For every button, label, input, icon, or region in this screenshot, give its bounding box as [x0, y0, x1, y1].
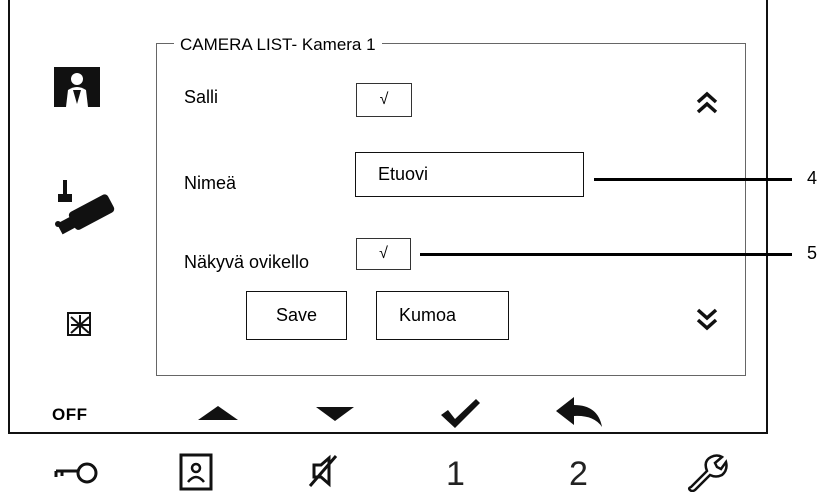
do-not-disturb-icon[interactable] [65, 309, 95, 339]
mute-icon[interactable] [306, 452, 340, 490]
visible-doorbell-label: Näkyvä ovikello [184, 252, 310, 272]
cancel-button[interactable]: Kumoa [376, 291, 509, 340]
allow-checkbox[interactable]: √ [356, 83, 412, 117]
triangle-down-icon[interactable] [314, 404, 356, 424]
back-arrow-icon[interactable] [554, 395, 606, 431]
callout-line-4 [594, 178, 792, 181]
callout-label-5: 5 [807, 243, 818, 263]
person-monitor-icon[interactable] [52, 64, 104, 110]
off-label[interactable]: OFF [52, 405, 88, 425]
save-button[interactable]: Save [246, 291, 347, 340]
button-2[interactable]: 2 [569, 455, 588, 494]
security-camera-icon[interactable] [50, 178, 122, 238]
name-field-value: Etuovi [378, 164, 429, 184]
checkmark-icon[interactable] [438, 397, 482, 431]
name-field[interactable]: Etuovi [355, 152, 584, 197]
key-icon[interactable] [54, 460, 100, 486]
wrench-icon[interactable] [686, 452, 728, 492]
visible-doorbell-checkbox[interactable]: √ [356, 238, 411, 270]
monitor-icon[interactable] [178, 452, 214, 492]
double-chevron-down-icon[interactable] [694, 306, 720, 332]
callout-label-4: 4 [807, 168, 818, 188]
panel-title: CAMERA LIST- Kamera 1 [174, 34, 382, 56]
triangle-up-icon[interactable] [196, 403, 240, 423]
name-label: Nimeä [184, 173, 237, 193]
allow-label: Salli [184, 87, 219, 107]
callout-line-5 [420, 253, 792, 256]
double-chevron-up-icon[interactable] [694, 90, 720, 116]
button-1[interactable]: 1 [446, 455, 465, 494]
